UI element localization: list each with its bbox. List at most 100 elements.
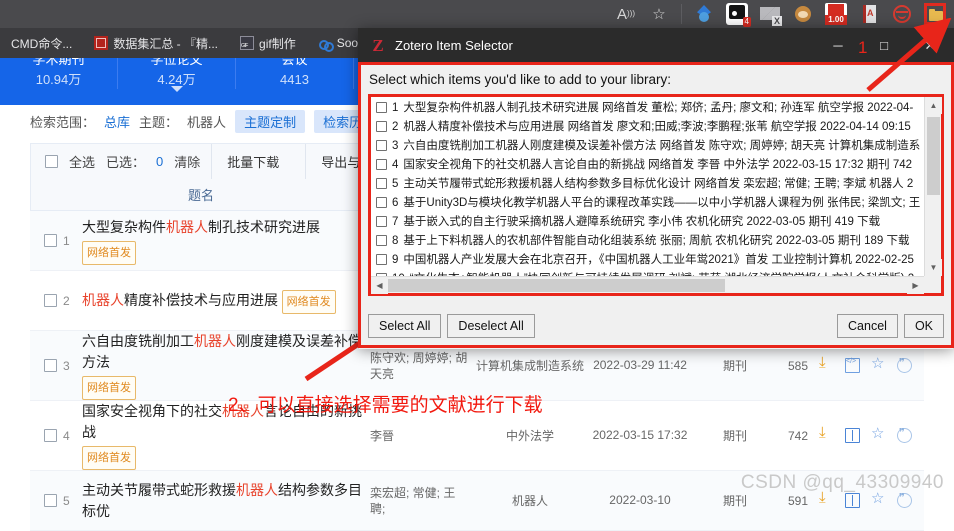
add-favorite-icon[interactable]: ☆ [648, 3, 670, 25]
list-item[interactable]: 3 六自由度铣削加工机器人刚度建模及误差补偿方法 网络首发 陈守欢; 周婷婷; … [373, 137, 924, 156]
scroll-up-arrow-icon[interactable]: ▲ [925, 97, 942, 114]
minimize-button[interactable]: ─ [815, 29, 861, 62]
row-source[interactable]: 中外法学 [470, 427, 590, 444]
row-download-count: 591 [787, 493, 808, 508]
batch-download-button[interactable]: 批量下载 [211, 143, 294, 179]
favorite-star-icon[interactable] [871, 489, 886, 508]
stat-conference[interactable]: 会议 4413 [236, 58, 354, 89]
list-item[interactable]: 9 中国机器人产业发展大会在北京召开，《中国机器人工业年鸴2021》首发 工业控… [373, 251, 924, 270]
cancel-button[interactable]: Cancel [837, 314, 898, 338]
tab-label: gif制作 [259, 36, 296, 51]
tab-dataset[interactable]: 数据集汇总 - 『精... [83, 28, 229, 58]
stat-label: 学术期刊 [32, 58, 85, 67]
row-title[interactable]: 国家安全视角下的社交机器人言论自由的新挑战 网络首发 [82, 401, 370, 470]
item-checkbox[interactable] [376, 159, 387, 170]
row-type: 期刊 [722, 429, 747, 443]
download-icon[interactable] [819, 354, 834, 373]
blue-diamond-tray-icon[interactable] [693, 3, 715, 25]
scroll-right-arrow-icon[interactable]: ▶ [907, 277, 924, 294]
column-header-title[interactable]: 题名 [31, 185, 371, 204]
list-item[interactable]: 6 基于Unity3D与模块化教学机器人平台的课程改革实践——以中小学机器人课程… [373, 194, 924, 213]
cite-quote-icon[interactable] [897, 491, 912, 508]
gif-favicon [240, 36, 255, 50]
list-item[interactable]: 2 机器人精度补偿技术与应用进展 网络首发 廖文和;田威;李波;李鹏程;张苇 航… [373, 118, 924, 137]
item-checkbox[interactable] [376, 197, 387, 208]
favorite-star-icon[interactable] [871, 354, 886, 373]
row-title[interactable]: 六自由度铣削加工机器人刚度建模及误差补偿方法 网络首发 [82, 331, 370, 400]
item-checkbox[interactable] [376, 102, 387, 113]
table-row[interactable]: 4 国家安全视角下的社交机器人言论自由的新挑战 网络首发 李晉 中外法学 202… [30, 401, 924, 471]
book-view-icon[interactable] [845, 428, 860, 443]
row-checkbox[interactable] [44, 494, 57, 507]
scope-value[interactable]: 总库 [104, 112, 130, 131]
maximize-button[interactable]: □ [861, 29, 907, 62]
folder-icon[interactable] [924, 3, 946, 25]
row-source[interactable]: 计算机集成制造系统 [470, 357, 590, 374]
list-item[interactable]: 7 基于嵌入式的自主行驶采摘机器人避障系统研究 李小伟 农机化研究 2022-0… [373, 213, 924, 232]
scroll-left-arrow-icon[interactable]: ◀ [371, 277, 388, 294]
horizontal-scrollbar-thumb[interactable] [388, 279, 725, 292]
scroll-down-arrow-icon[interactable]: ▼ [925, 259, 942, 276]
item-checkbox[interactable] [376, 121, 387, 132]
stat-thesis[interactable]: 学位论文 4.24万 [118, 58, 236, 92]
subject-custom-button[interactable]: 主题定制 [235, 110, 306, 133]
monkey-tray-icon[interactable] [792, 3, 814, 25]
tab-gif[interactable]: gif制作 [229, 28, 307, 58]
select-all-button[interactable]: Select All [368, 314, 442, 338]
row-checkbox[interactable] [44, 429, 57, 442]
item-text: 中国机器人产业发展大会在北京召开，《中国机器人工业年鸴2021》首发 工业控制计… [403, 254, 914, 266]
row-date: 2022-03-15 17:32 [592, 428, 688, 442]
item-checkbox[interactable] [376, 235, 387, 246]
item-checkbox[interactable] [376, 254, 387, 265]
cite-quote-icon[interactable] [897, 426, 912, 443]
html-view-icon[interactable] [845, 358, 860, 373]
download-icon[interactable] [819, 489, 834, 508]
item-checkbox[interactable] [376, 140, 387, 151]
row-checkbox[interactable] [44, 234, 57, 247]
ok-button[interactable]: OK [903, 314, 944, 338]
item-list[interactable]: 1 大型复杂构件机器人制孔技术研究进展 网络首发 董松; 郑侪; 孟丹; 廖文和… [371, 97, 924, 276]
close-button[interactable]: ✕ [907, 29, 953, 62]
row-source[interactable]: 机器人 [470, 492, 590, 509]
mail-tray-icon[interactable]: X [759, 3, 782, 26]
select-all-label[interactable]: 全选 [69, 152, 95, 171]
row-title[interactable]: 机器人精度补偿技术与应用进展 网络首发 [82, 287, 370, 314]
cite-quote-icon[interactable] [897, 356, 912, 373]
item-checkbox[interactable] [376, 178, 387, 189]
title-highlight: 机器人 [82, 292, 124, 308]
vertical-scrollbar-thumb[interactable] [927, 117, 940, 195]
red-book-tray-icon[interactable]: A [858, 3, 880, 25]
item-checkbox[interactable] [376, 216, 387, 227]
row-title[interactable]: 大型复杂构件机器人制孔技术研究进展 网络首发 [82, 217, 370, 265]
row-index: 5 [63, 493, 70, 508]
book-view-icon[interactable] [845, 493, 860, 508]
vertical-scrollbar[interactable]: ▲ ▼ [924, 97, 942, 276]
dark-app-badge: 4 [742, 17, 751, 27]
row-title[interactable]: 主动关节履带式蛇形救援机器人结构参数多目标优 [82, 480, 370, 522]
zotero-item-selector-dialog[interactable]: Z Zotero Item Selector ─ □ ✕ Select whic… [358, 28, 954, 349]
row-checkbox[interactable] [44, 294, 57, 307]
list-item[interactable]: 4 国家安全视角下的社交机器人言论自由的新挑战 网络首发 李晉 中外法学 202… [373, 156, 924, 175]
deselect-all-button[interactable]: Deselect All [447, 314, 535, 338]
stat-label: 学位论文 [150, 58, 203, 67]
title-post: 制孔技术研究进展 [208, 218, 320, 235]
download-icon[interactable] [819, 424, 834, 443]
tab-cmd[interactable]: CMD命令... [0, 28, 83, 58]
clear-selection-button[interactable]: 清除 [174, 152, 200, 171]
stat-journal[interactable]: 学术期刊 10.94万 [0, 58, 118, 89]
red-face-tray-icon[interactable] [891, 3, 913, 25]
version-tray-icon[interactable]: 1.00 [825, 3, 847, 25]
row-checkbox[interactable] [44, 359, 57, 372]
read-aloud-icon[interactable]: A))) [615, 3, 637, 25]
subject-value: 机器人 [187, 115, 227, 130]
list-item[interactable]: 5 主动关节履带式蛇形救援机器人结构参数多目标优化设计 网络首发 栾宏超; 常健… [373, 175, 924, 194]
select-all-checkbox[interactable] [45, 154, 58, 168]
favorite-star-icon[interactable] [871, 424, 886, 443]
dark-app-tray-icon[interactable]: 4 [726, 3, 751, 27]
list-item[interactable]: 8 基于上下料机器人的农机部件智能自动化组装系统 张丽; 周航 农机化研究 20… [373, 232, 924, 251]
horizontal-scrollbar[interactable]: ◀ ▶ [371, 276, 924, 294]
list-item[interactable]: 1 大型复杂构件机器人制孔技术研究进展 网络首发 董松; 郑侪; 孟丹; 廖文和… [373, 99, 924, 118]
dialog-titlebar[interactable]: Z Zotero Item Selector ─ □ ✕ [359, 29, 953, 62]
title-pre: 主动关节履带式蛇形救援 [82, 481, 236, 498]
watermark: CSDN @qq_43309940 [740, 472, 944, 493]
